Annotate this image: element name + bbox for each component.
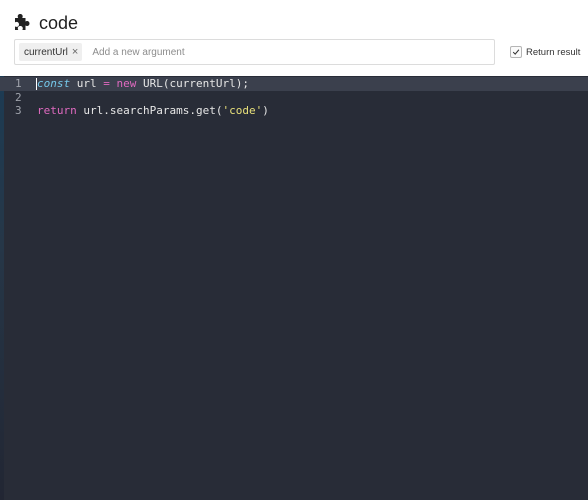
editor-edge <box>0 76 4 500</box>
code-token: return <box>37 104 77 117</box>
arguments-field[interactable]: currentUrl × <box>14 39 495 65</box>
code-token: url <box>70 77 104 90</box>
code-token: 'code' <box>222 104 263 117</box>
return-result-option[interactable]: Return result <box>510 45 580 59</box>
return-result-label: Return result <box>526 46 581 58</box>
code-text: const url = new URL(currentUrl); <box>37 77 249 91</box>
code-token: ) <box>262 104 269 117</box>
code-token: url.searchParams.get( <box>76 104 223 117</box>
puzzle-icon <box>12 13 32 33</box>
line-number: 1 <box>15 77 22 90</box>
new-argument-input[interactable] <box>92 42 473 62</box>
argument-chip[interactable]: currentUrl × <box>19 43 83 61</box>
argument-chip-label: currentUrl <box>24 46 68 58</box>
code-token: = <box>103 77 110 90</box>
code-editor[interactable]: 1 const url = new URL(currentUrl); 2 3 retur… <box>0 76 588 500</box>
title-row: code <box>12 11 78 35</box>
line-number: 3 <box>15 104 22 117</box>
code-token: new <box>116 77 137 90</box>
code-line[interactable]: 2 <box>0 91 588 105</box>
text-cursor <box>36 78 37 90</box>
code-token: URL(currentUrl); <box>136 77 249 90</box>
code-line[interactable]: 1 const url = new URL(currentUrl); <box>0 77 588 91</box>
page-title: code <box>39 13 79 33</box>
code-text: return url.searchParams.get('code') <box>37 104 269 118</box>
remove-argument-icon[interactable]: × <box>72 43 78 61</box>
line-number: 2 <box>15 91 22 104</box>
return-result-checkbox[interactable] <box>510 46 522 58</box>
code-line[interactable]: 3 return url.searchParams.get('code') <box>0 104 588 118</box>
code-token: const <box>37 77 71 90</box>
check-icon <box>512 49 520 55</box>
header: code currentUrl × Return result <box>0 0 588 76</box>
